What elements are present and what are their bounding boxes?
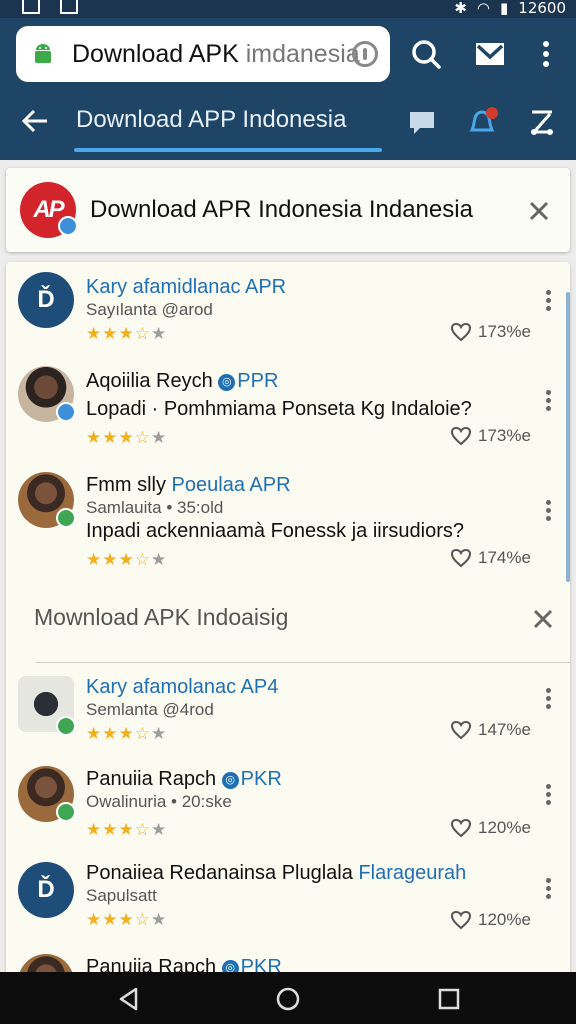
android-icon (35, 44, 51, 63)
wifi-icon: ◠ (476, 0, 491, 17)
title-tag: PPR (237, 370, 279, 392)
title-text: Aqoiilia Reych (86, 370, 219, 392)
like-value: 147%e (478, 720, 531, 739)
heart-icon (450, 426, 472, 446)
url-text: Download APK imdanesia (72, 40, 360, 69)
nav-row: Download APP Indonesia (0, 96, 576, 160)
like-value: 174%e (478, 548, 531, 567)
more-options-icon[interactable] (546, 784, 552, 806)
like-count[interactable]: 120%e (450, 818, 531, 838)
url-bar[interactable]: Download APK imdanesia (16, 26, 390, 82)
title-text: Ponaiiea Redanainsa Pluglala (86, 862, 359, 884)
title-tag: Poeulaa APR (171, 474, 291, 496)
item-subtitle: Sapulsatt (86, 886, 157, 905)
like-count[interactable]: 173%e (450, 426, 531, 446)
page-title[interactable]: Download APP Indonesia (76, 106, 346, 134)
item-title[interactable]: Ponaiiea Redanainsa Pluglala Flarageurah (86, 862, 466, 885)
rating-stars: ★★★☆★ (86, 820, 168, 839)
signal-icon: ▮ (500, 0, 509, 17)
like-value: 173%e (478, 322, 531, 341)
more-options-icon[interactable] (546, 290, 552, 312)
like-count[interactable]: 174%e (450, 548, 531, 568)
close-icon[interactable] (530, 606, 556, 632)
avatar: Ď (18, 272, 74, 328)
badge-icon (56, 402, 76, 422)
like-count[interactable]: 147%e (450, 720, 531, 740)
heart-icon (450, 720, 472, 740)
item-title[interactable]: Aqoiilia Reych ◎ PPR (86, 370, 278, 393)
notification-icon (60, 0, 78, 14)
section-title: Mownload APK Indoaisig (34, 604, 289, 630)
avatar: Ď (18, 862, 74, 918)
rating-stars: ★★★☆★ (86, 724, 168, 743)
item-subtitle: Sayılanta @arod (86, 300, 213, 319)
tab-indicator (74, 148, 382, 152)
recents-icon[interactable] (436, 986, 462, 1012)
rating-stars: ★★★☆★ (86, 324, 168, 343)
rating-stars: ★★★☆★ (86, 910, 168, 929)
url-main: Download APK (72, 40, 246, 68)
like-value: 120%e (478, 910, 531, 929)
item-title[interactable]: Kary afamidlanac APR (86, 276, 286, 299)
back-icon[interactable] (116, 986, 142, 1012)
gallery-icon (22, 0, 40, 14)
share-icon[interactable] (526, 106, 558, 138)
title-text: Panuiia Rapch (86, 768, 222, 790)
badge-icon (56, 716, 76, 736)
scrollbar[interactable] (566, 292, 570, 582)
title-tag: PKR (240, 768, 282, 790)
more-options-icon[interactable] (546, 500, 552, 522)
like-count[interactable]: 173%e (450, 322, 531, 342)
rating-stars: ★★★☆★ (86, 550, 168, 569)
more-vert-icon[interactable] (530, 38, 562, 70)
like-value: 173%e (478, 426, 531, 445)
back-arrow-icon[interactable] (20, 106, 50, 136)
search-icon[interactable] (410, 38, 442, 70)
close-icon[interactable] (526, 198, 552, 224)
title-tag: Flarageurah (358, 862, 467, 884)
title-text: Fmm slly (86, 474, 172, 496)
more-options-icon[interactable] (546, 878, 552, 900)
bluetooth-icon: ✱ (454, 0, 467, 17)
more-options-icon[interactable] (546, 688, 552, 710)
item-subtitle: Samlauita • 35:old (86, 498, 224, 517)
more-options-icon[interactable] (546, 390, 552, 412)
mail-icon[interactable] (474, 38, 506, 70)
item-question: Lopadi · Pomhmiama Ponseta Kg Indaloie? (86, 398, 472, 420)
item-title[interactable]: Kary afamolanac AP4 (86, 676, 278, 699)
item-title[interactable]: Panuiia Rapch ◎ PKR (86, 768, 282, 791)
home-icon[interactable] (275, 986, 301, 1012)
badge-icon (56, 508, 76, 528)
browser-toolbar: Download APK imdanesia Download APP Indo… (0, 18, 576, 160)
like-count[interactable]: 120%e (450, 910, 531, 930)
chat-icon[interactable] (406, 106, 438, 138)
info-icon[interactable] (352, 41, 378, 67)
system-nav-bar (0, 972, 576, 1024)
verified-icon: ◎ (218, 374, 236, 391)
badge-icon (56, 802, 76, 822)
like-value: 120%e (478, 818, 531, 837)
divider (36, 662, 570, 663)
verified-badge (58, 216, 78, 236)
item-subtitle: Owalinuria • 20:ske (86, 792, 232, 811)
heart-icon (450, 322, 472, 342)
verified-icon: ◎ (221, 772, 239, 789)
bell-icon[interactable] (466, 106, 498, 138)
post-list: Ď Kary afamidlanac APR Sayılanta @arod ★… (6, 262, 570, 982)
item-subtitle: Semlanta @4rod (86, 700, 214, 719)
heart-icon (450, 548, 472, 568)
url-faded: imdanesia (245, 40, 360, 68)
status-time: 12600 (518, 0, 566, 17)
app-banner[interactable]: AP Download APR Indonesia Indanesia (6, 168, 570, 252)
heart-icon (450, 910, 472, 930)
item-question: Inpadi ackenniaamà Fonessk ja iirsudiors… (86, 520, 464, 542)
item-title[interactable]: Fmm slly Poeulaa APR (86, 474, 291, 497)
status-bar: ✱ ◠ ▮ 12600 (0, 0, 576, 18)
banner-title: Download APR Indonesia Indanesia (90, 196, 473, 223)
rating-stars: ★★★☆★ (86, 428, 168, 447)
heart-icon (450, 818, 472, 838)
